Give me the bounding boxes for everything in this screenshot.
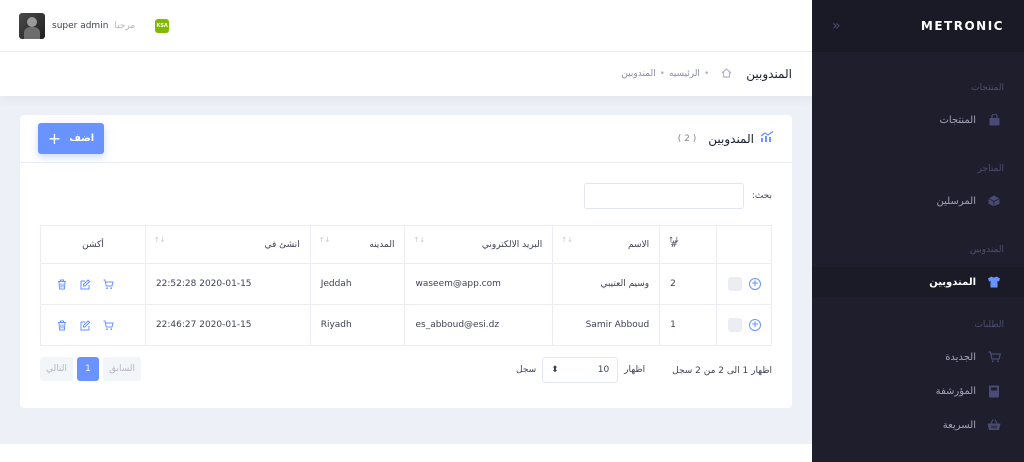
section-orders: الطلبات [974,320,1004,330]
sidebar-item-express[interactable]: السريعة [812,410,1024,440]
column-header-city[interactable]: المدينه ↓↑ [309,225,406,264]
language-flag-icon[interactable]: KSA [155,18,170,33]
column-header-id[interactable]: # ↓↑ [659,225,718,264]
representatives-card: المندوبين ( 2 ) اضف + بحث: # ↓↑ الاسم ↓↑ ا… [20,115,792,408]
table-info: اظهار 1 الى 2 من 2 سجل [672,366,772,376]
next-page-button[interactable]: التالي [40,357,73,381]
cell-id: 1 [659,304,718,346]
sort-icon: ⬍ [551,365,559,375]
pagination: التالي 1 السابق [40,357,141,381]
username[interactable]: super admin [52,21,108,31]
add-button[interactable]: اضف + [38,123,104,154]
prev-page-button[interactable]: السابق [102,357,141,381]
section-products: المنتجات [971,83,1004,93]
page-title: المندوبين [746,67,792,81]
user-avatar[interactable] [19,12,45,39]
cart-icon [984,351,1004,363]
cell-email: waseem@app.com [404,263,554,305]
search-input[interactable] [583,183,744,209]
top-header: super admin مرحبا KSA [0,0,812,52]
cell-email: es_abboud@esi.dz [404,304,554,346]
sidebar-item-senders[interactable]: المرسلين [812,186,1024,216]
column-header-name[interactable]: الاسم ↓↑ [552,225,661,264]
sidebar-item-new[interactable]: الجديدة [812,342,1024,372]
page-1-button[interactable]: 1 [76,357,99,381]
table-row: + 2 وسيم العتيبي waseem@app.com Jeddah 2… [40,263,772,305]
breadcrumb-current[interactable]: المندوبين [621,69,655,79]
cell-created: 2020-01-15 22:46:27 [144,304,311,346]
search-label: بحث: [751,191,772,201]
breadcrumb: • الرئيسيه • المندوبين [621,67,732,81]
cell-city: Riyadh [309,304,406,346]
control-column [716,225,772,264]
sidebar-item-products[interactable]: المنتجات [812,105,1024,135]
chart-icon [760,130,774,146]
cell-name: Samir Abboud [552,304,661,346]
cart-icon[interactable] [103,279,114,290]
sidebar-item-archived[interactable]: المؤرشفة [812,376,1024,406]
footer [0,444,812,462]
sidebar-item-representatives[interactable]: المندوبين [812,267,1024,297]
edit-icon[interactable] [80,319,90,331]
length-show-label: اظهار [624,365,646,375]
row-checkbox[interactable] [728,277,742,291]
subheader: المندوبين • الرئيسيه • المندوبين [0,52,812,96]
column-header-actions: أكشن [40,225,146,264]
greeting: مرحبا [114,20,136,31]
plus-icon: + [47,128,62,148]
cell-id: 2 [659,263,718,305]
section-stores: المتاجر [977,164,1004,174]
row-checkbox[interactable] [728,318,742,332]
cell-city: Jeddah [309,263,406,305]
page-length: اظهار ⬍ 10 سجل [516,357,645,383]
record-count: ( 2 ) [677,133,697,144]
shirt-icon [984,276,1004,288]
bag-icon [984,114,1004,126]
table-row: + 1 Samir Abboud es_abboud@esi.dz Riyadh… [40,304,772,346]
cart-icon[interactable] [103,320,114,331]
page-length-select[interactable]: ⬍ 10 [542,357,619,383]
section-representatives: المندوبين [969,245,1004,255]
home-icon[interactable] [721,67,732,81]
basket-icon [984,419,1004,431]
expand-row-icon[interactable]: + [749,278,761,290]
cell-created: 2020-01-15 22:52:28 [144,263,311,305]
cell-name: وسيم العتيبي [552,263,661,305]
representatives-table: # ↓↑ الاسم ↓↑ البريد الالكتروني ↓↑ المدينه ↓… [40,225,772,346]
edit-icon[interactable] [80,278,90,290]
collapse-sidebar-icon[interactable]: « [832,18,841,34]
card-title: المندوبين [708,131,754,146]
archive-icon [984,385,1004,398]
delete-icon[interactable] [57,279,67,290]
search-box: بحث: [583,183,772,209]
length-unit-label: سجل [516,365,537,375]
breadcrumb-home[interactable]: الرئيسيه [669,69,700,79]
sidebar: METRONIC « المنتجات المنتجات المتاجر الم… [812,0,1024,462]
brand-logo[interactable]: METRONIC [921,19,1004,33]
delete-icon[interactable] [57,320,67,331]
box-icon [984,195,1004,207]
column-header-created[interactable]: انشئ في ↓↑ [144,225,311,264]
column-header-email[interactable]: البريد الالكتروني ↓↑ [404,225,554,264]
expand-row-icon[interactable]: + [749,319,761,331]
